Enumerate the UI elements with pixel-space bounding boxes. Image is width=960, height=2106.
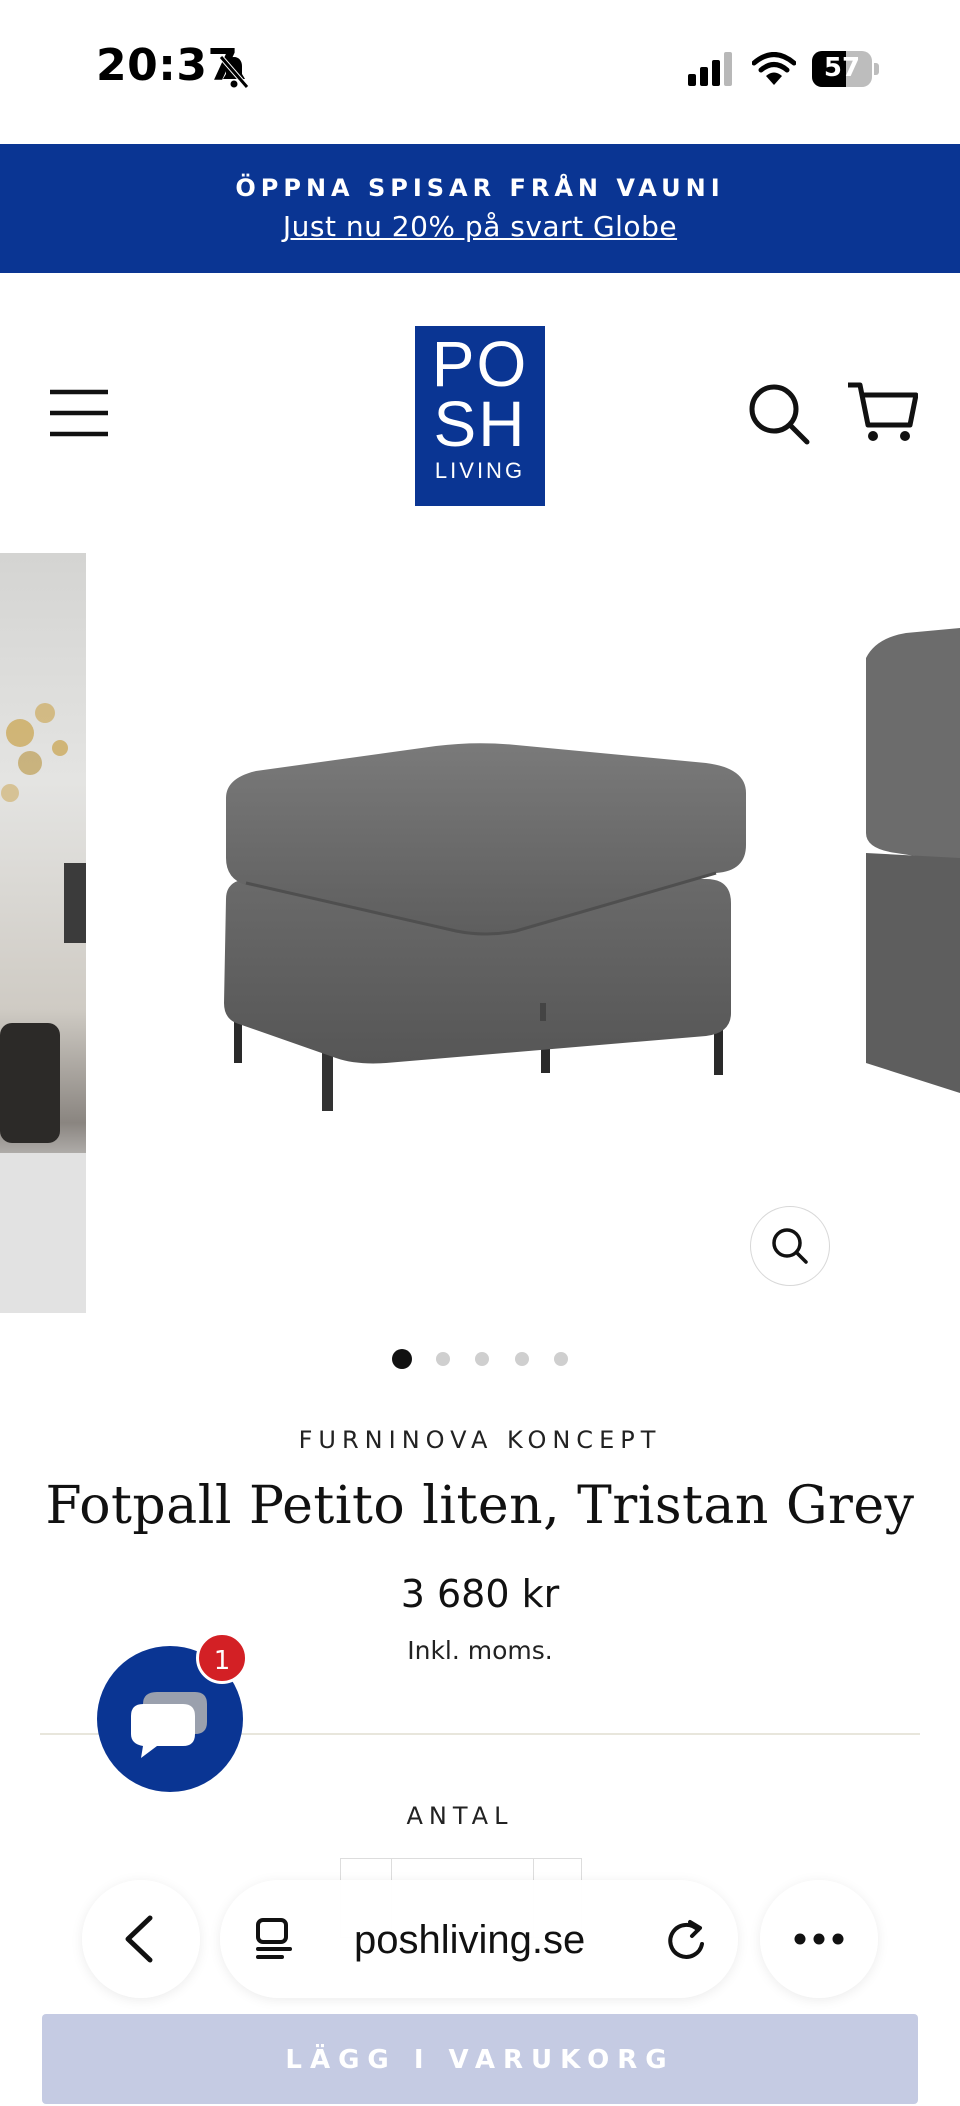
posh-living-logo[interactable]: PO SH LIVING — [415, 326, 545, 506]
zoom-icon — [772, 1228, 808, 1264]
cellular-signal-icon — [688, 52, 732, 86]
cart-icon[interactable] — [846, 381, 918, 443]
previous-slide-image[interactable] — [0, 553, 86, 1313]
page-menu-icon[interactable] — [254, 1916, 298, 1962]
hamburger-menu-icon[interactable] — [48, 388, 110, 438]
reload-icon[interactable] — [664, 1916, 708, 1962]
logo-line-2: SH — [433, 388, 527, 460]
pagination-dot-5[interactable] — [554, 1352, 568, 1366]
gallery-pagination — [0, 1349, 960, 1372]
logo-line-1: PO — [431, 328, 529, 400]
chevron-left-icon — [125, 1915, 153, 1963]
promo-banner: ÖPPNA SPISAR FRÅN VAUNI Just nu 20% på s… — [0, 144, 960, 273]
product-gallery[interactable] — [0, 553, 960, 1313]
more-dots-icon — [794, 1933, 844, 1945]
promo-title: ÖPPNA SPISAR FRÅN VAUNI — [235, 174, 725, 202]
pagination-dot-3[interactable] — [475, 1352, 489, 1366]
status-bar: 20:37 57 — [0, 0, 960, 144]
zoom-button[interactable] — [750, 1206, 830, 1286]
add-to-cart-button[interactable]: LÄGG I VARUKORG — [42, 2014, 918, 2104]
pagination-dot-2[interactable] — [436, 1352, 450, 1366]
more-button[interactable] — [760, 1880, 878, 1998]
battery-indicator: 57 — [812, 51, 880, 87]
url-text: poshliving.se — [354, 1918, 586, 1962]
browser-toolbar: poshliving.se — [0, 1860, 960, 2010]
search-icon[interactable] — [748, 383, 810, 445]
address-bar[interactable]: poshliving.se — [220, 1880, 738, 1998]
site-header: PO SH LIVING — [0, 273, 960, 553]
chat-notification-badge: 1 — [196, 1632, 248, 1684]
product-vendor[interactable]: FURNINOVA KONCEPT — [0, 1426, 960, 1454]
pagination-dot-1[interactable] — [392, 1349, 412, 1369]
next-slide-image[interactable] — [866, 553, 960, 1313]
wifi-icon — [752, 52, 796, 85]
bell-slash-icon — [219, 55, 249, 89]
product-price: 3 680 kr — [400, 1572, 560, 1616]
back-button[interactable] — [82, 1880, 200, 1998]
product-title: Fotpall Petito liten, Tristan Grey — [45, 1476, 915, 1536]
battery-level: 57 — [823, 53, 861, 83]
quantity-label: ANTAL — [406, 1802, 514, 1830]
logo-line-3: LIVING — [434, 458, 526, 483]
product-image[interactable] — [86, 553, 866, 1313]
pagination-dot-4[interactable] — [515, 1352, 529, 1366]
promo-link[interactable]: Just nu 20% på svart Globe — [0, 210, 960, 243]
